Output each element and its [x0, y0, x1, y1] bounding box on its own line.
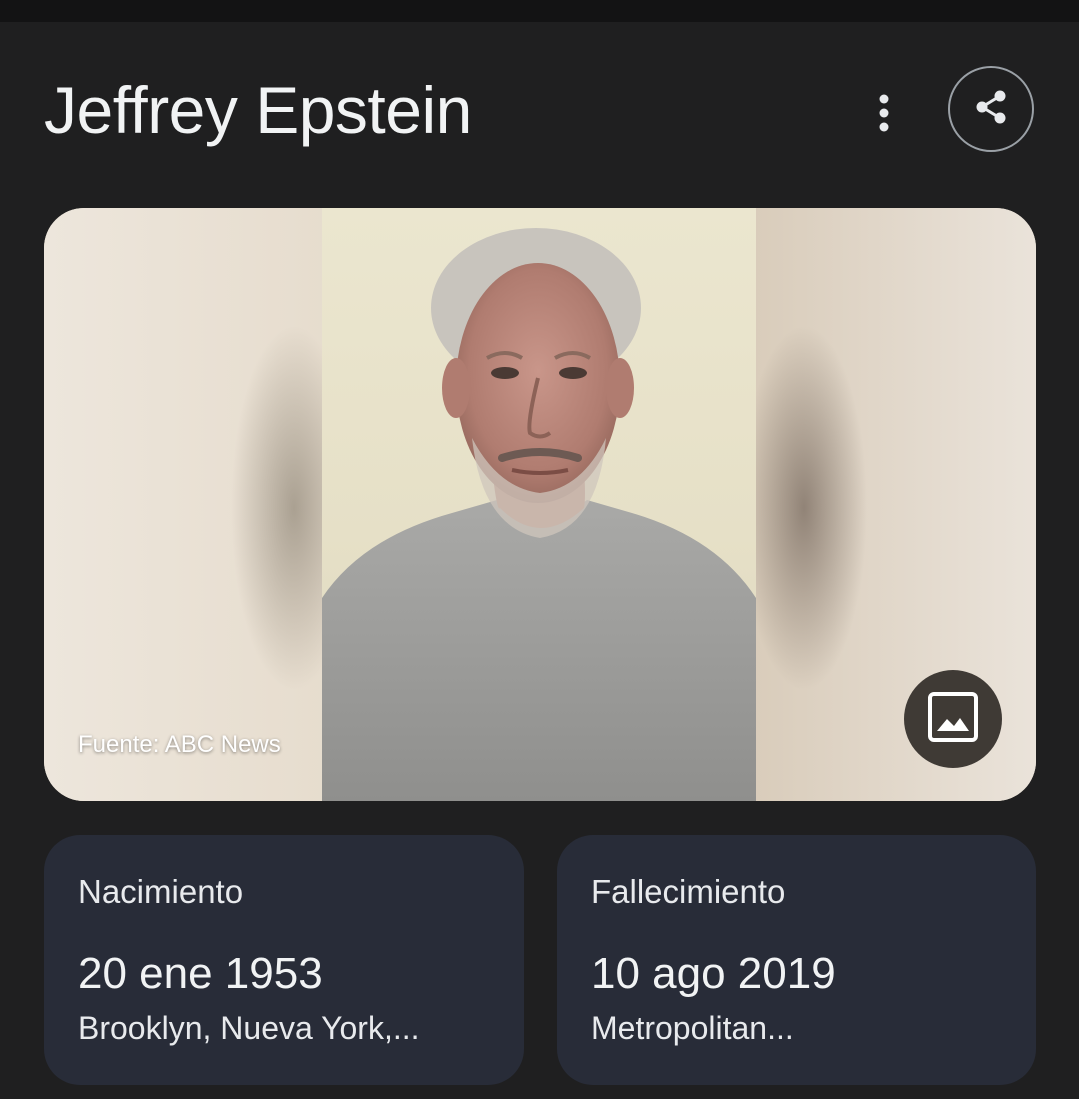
image-icon — [927, 691, 979, 748]
death-card[interactable]: Fallecimiento 10 ago 2019 Metropolitan..… — [557, 835, 1036, 1085]
more-vert-icon — [877, 93, 891, 138]
share-button[interactable] — [948, 66, 1034, 152]
birth-place: Brooklyn, Nueva York,... — [78, 1010, 420, 1046]
status-bar-strip — [0, 0, 1079, 22]
death-label: Fallecimiento — [591, 873, 786, 910]
birth-label: Nacimiento — [78, 873, 244, 910]
birth-date: 20 ene 1953 — [78, 949, 323, 998]
person-photo — [322, 208, 756, 801]
more-options-button[interactable] — [860, 90, 908, 140]
page-title: Jeffrey Epstein — [44, 73, 472, 147]
birth-card[interactable]: Nacimiento 20 ene 1953 Brooklyn, Nueva Y… — [44, 835, 524, 1085]
view-images-button[interactable] — [904, 670, 1002, 768]
knowledge-panel-image[interactable]: Fuente: ABC News — [44, 208, 1036, 801]
death-place: Metropolitan... — [591, 1010, 794, 1046]
death-date: 10 ago 2019 — [591, 949, 836, 998]
image-source-label: Fuente: ABC News — [78, 731, 281, 758]
share-icon — [971, 87, 1011, 132]
